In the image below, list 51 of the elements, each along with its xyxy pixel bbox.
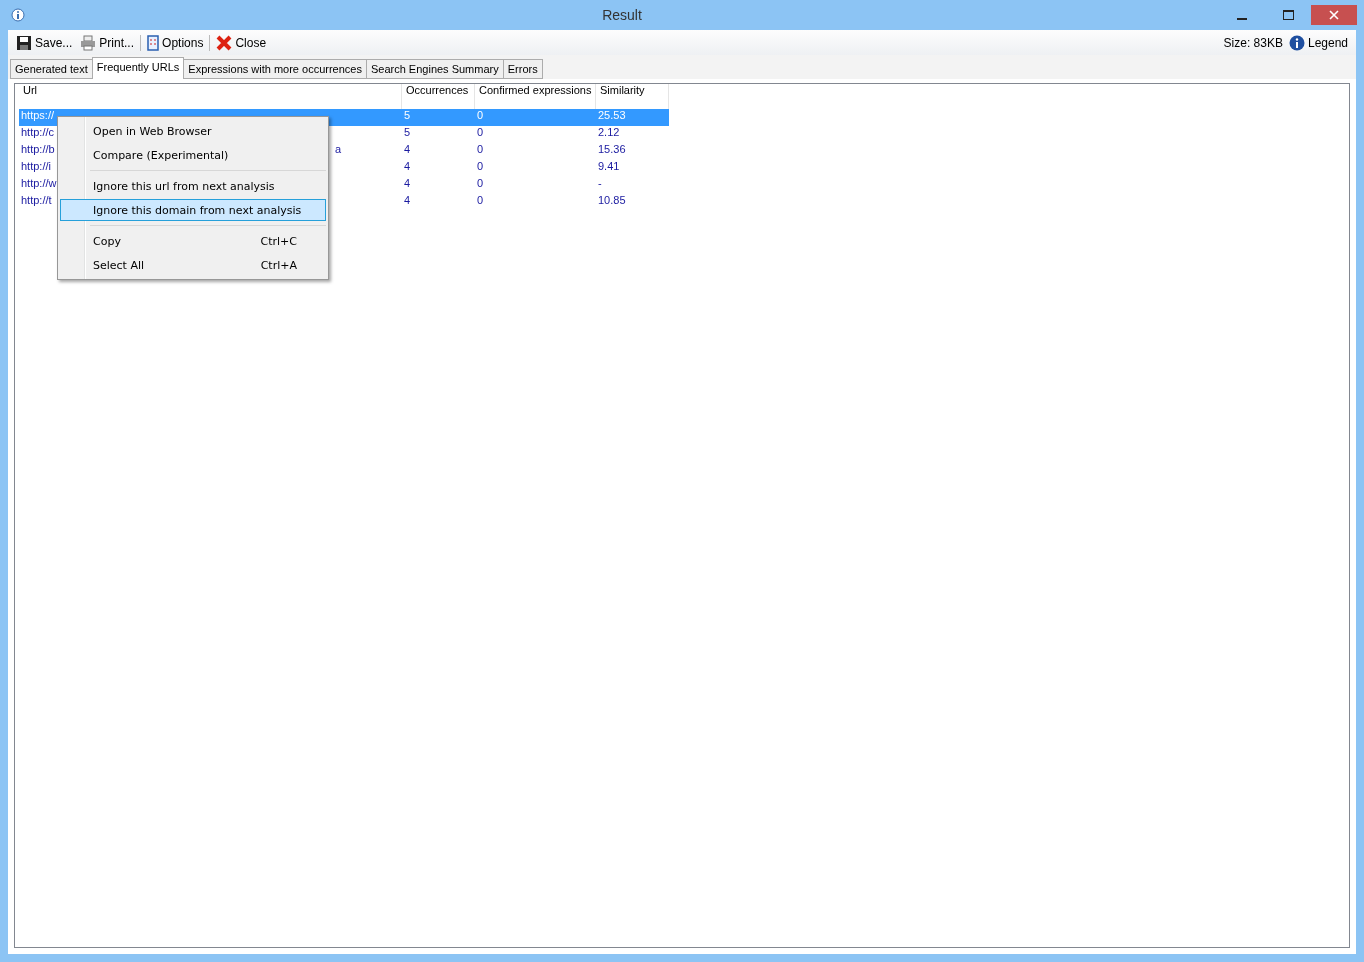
table-cell-text: 0 — [476, 194, 485, 208]
save-button[interactable]: Save... — [14, 32, 75, 53]
printer-icon — [80, 34, 97, 51]
close-icon — [1329, 10, 1339, 20]
table-cell-text: 15.36 — [597, 143, 627, 157]
options-button[interactable]: Options — [145, 32, 206, 53]
minimize-icon — [1237, 18, 1247, 20]
table-cell-text: 5 — [403, 126, 412, 140]
url-text: http://b — [21, 143, 55, 155]
url-text: http://w — [21, 177, 57, 189]
checklist-icon — [147, 34, 160, 51]
menu-item[interactable]: Ignore this url from next analysis — [60, 175, 326, 197]
tab[interactable]: Errors — [502, 59, 543, 79]
table-cell-text: 0 — [476, 143, 485, 157]
table-cell-text: 0 — [476, 160, 485, 174]
table-cell: 5 — [402, 109, 475, 126]
print-button[interactable]: Print... — [78, 32, 137, 53]
table-cell-text: 4 — [403, 143, 412, 157]
menu-item[interactable]: Copy Ctrl+C — [60, 230, 326, 252]
x-icon — [216, 34, 233, 51]
table-cell-text: 4 — [403, 177, 412, 191]
menu-item[interactable]: Compare (Experimental) — [60, 144, 326, 166]
file-size: Size: 83KB — [1223, 35, 1283, 50]
menu-item[interactable]: Open in Web Browser — [60, 120, 326, 142]
menu-item[interactable]: Ignore this domain from next analysis — [60, 199, 326, 221]
table-cell-text: - — [597, 177, 603, 191]
tab[interactable]: Generated text — [10, 59, 93, 79]
url-text: http://t — [21, 194, 52, 206]
table-cell-text: 0 — [476, 177, 485, 191]
table-cell: 25.53 — [596, 109, 669, 126]
info-icon — [1288, 34, 1305, 51]
url-text: http://c — [21, 126, 55, 138]
table-cell-text: 9.41 — [597, 160, 621, 174]
url-text: https:// — [21, 109, 55, 121]
table-cell-text: 4 — [403, 160, 412, 174]
info-icon — [11, 8, 25, 22]
tab[interactable]: Search Engines Summary — [365, 59, 504, 79]
tab[interactable]: Expressions with more occurrences — [183, 59, 367, 79]
maximize-icon — [1282, 10, 1294, 20]
legend-button[interactable]: Legend — [1286, 32, 1350, 53]
url-text: a — [335, 143, 342, 155]
table-cell-text: 4 — [403, 194, 412, 208]
table-cell: 0 — [475, 109, 596, 126]
tab[interactable]: Frequently URLs — [91, 57, 185, 79]
table-cell-text: 2.12 — [597, 126, 621, 140]
close-toolbar-button[interactable]: Close — [214, 32, 269, 53]
url-text: http://i — [21, 160, 51, 172]
table-cell-text: 10.85 — [597, 194, 627, 208]
menu-item[interactable]: Select All Ctrl+A — [60, 254, 326, 276]
table-cell-text: 0 — [476, 126, 485, 140]
window-title: Result — [601, 7, 643, 23]
